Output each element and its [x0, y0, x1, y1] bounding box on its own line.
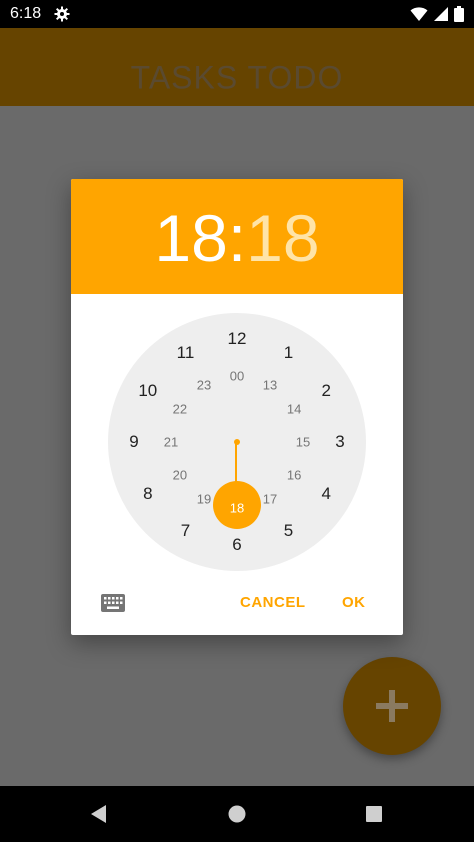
app-title: TASKS TODO	[130, 59, 344, 96]
clock-center-dot	[234, 439, 240, 445]
clock-number-14[interactable]: 14	[287, 402, 301, 417]
clock-number-19[interactable]: 19	[197, 492, 211, 507]
clock-number-1[interactable]: 1	[284, 343, 293, 363]
clock-number-16[interactable]: 16	[287, 468, 301, 483]
clock-number-12[interactable]: 12	[228, 329, 247, 349]
clock-number-5[interactable]: 5	[284, 521, 293, 541]
status-time: 6:18	[10, 5, 42, 22]
app-bar: TASKS TODO	[0, 28, 474, 106]
settings-gear-icon	[54, 6, 70, 22]
hour-display[interactable]: 18	[154, 201, 227, 275]
clock-number-2[interactable]: 2	[321, 381, 330, 401]
time-picker-header: 18:18	[71, 179, 403, 294]
clock-face[interactable]: 12 1 2 3 4 5 6 7 8 9 10 11 00 13 14 15 16 17 18 19 20 21 22 23	[108, 313, 366, 571]
time-display: 18:18	[71, 201, 403, 275]
clock-number-21[interactable]: 21	[164, 435, 178, 450]
battery-icon	[454, 6, 464, 22]
add-task-button[interactable]	[343, 657, 441, 755]
clock-number-15[interactable]: 15	[296, 435, 310, 450]
clock-hand	[235, 442, 237, 486]
status-bar: 6:18	[0, 0, 474, 28]
clock-number-3[interactable]: 3	[335, 432, 344, 452]
clock-number-22[interactable]: 22	[173, 402, 187, 417]
clock-number-20[interactable]: 20	[173, 468, 187, 483]
minute-display[interactable]: 18	[246, 201, 319, 275]
keyboard-icon[interactable]	[101, 594, 125, 612]
clock-number-9[interactable]: 9	[129, 432, 138, 452]
clock-number-00[interactable]: 00	[230, 369, 244, 384]
plus-icon	[376, 690, 408, 722]
clock-number-18[interactable]: 18	[230, 501, 244, 516]
recents-icon[interactable]	[363, 803, 385, 825]
clock-number-11[interactable]: 11	[177, 343, 195, 363]
time-separator: :	[227, 201, 247, 275]
clock-number-17[interactable]: 17	[263, 492, 277, 507]
wifi-icon	[410, 7, 428, 21]
cancel-button[interactable]: CANCEL	[240, 594, 306, 611]
home-icon[interactable]	[226, 803, 248, 825]
ok-button[interactable]: OK	[342, 594, 366, 611]
clock-number-10[interactable]: 10	[138, 381, 157, 401]
navigation-bar	[0, 786, 474, 842]
clock-number-4[interactable]: 4	[321, 484, 330, 504]
clock-number-6[interactable]: 6	[232, 535, 241, 555]
clock-number-8[interactable]: 8	[143, 484, 152, 504]
clock-number-7[interactable]: 7	[181, 521, 190, 541]
clock-number-13[interactable]: 13	[263, 377, 277, 392]
back-icon[interactable]	[88, 803, 110, 825]
time-picker-dialog: 18:18 12 1 2 3 4 5 6 7 8 9 10 11 00 13 14 15 16 17 18 19 20 2…	[71, 179, 403, 635]
clock-number-23[interactable]: 23	[197, 377, 211, 392]
signal-icon	[434, 7, 448, 21]
